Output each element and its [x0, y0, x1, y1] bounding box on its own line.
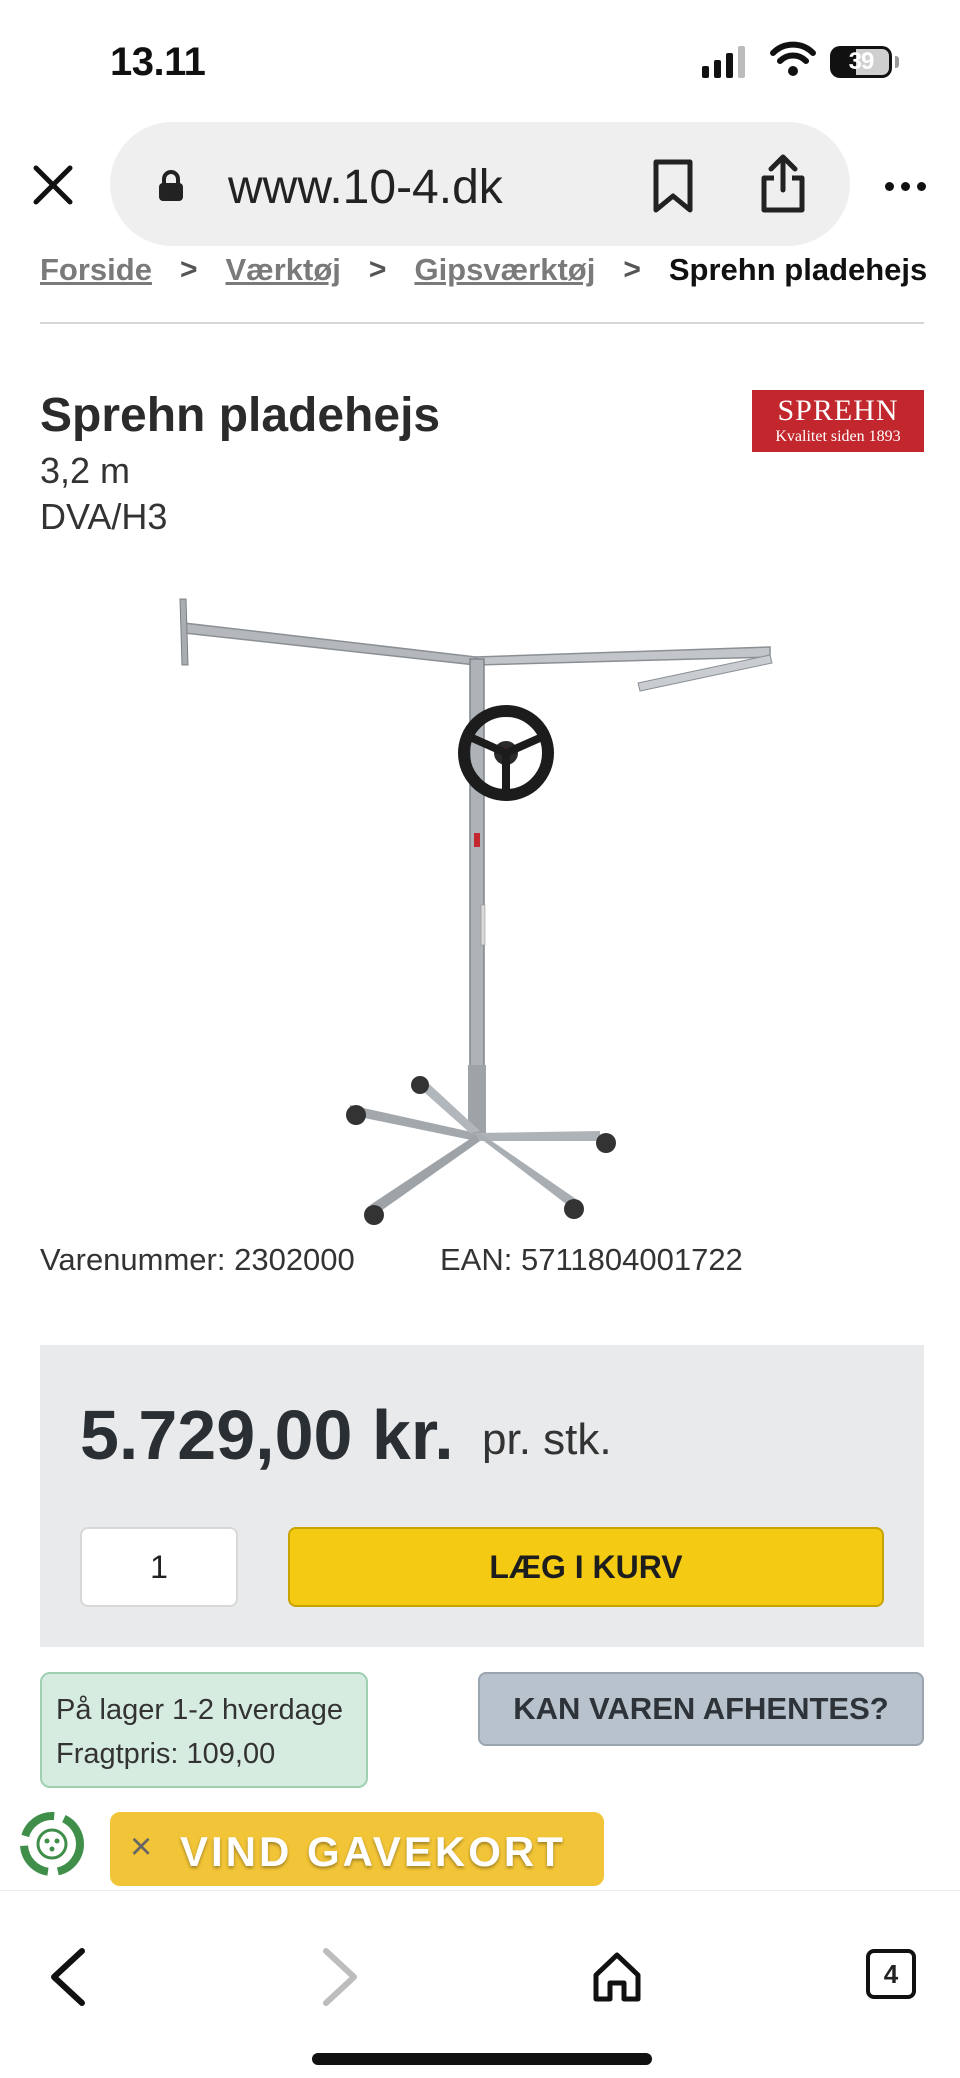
chevron-right-icon: >	[179, 253, 198, 286]
product-ean: EAN: 5711804001722	[440, 1242, 743, 1277]
breadcrumb-link-gipsvaerktoej[interactable]: Gipsværktøj	[414, 252, 595, 288]
share-icon[interactable]	[758, 154, 808, 214]
add-to-cart-button[interactable]: LÆG I KURV	[288, 1527, 884, 1607]
recycle-icon[interactable]	[16, 1808, 88, 1880]
breadcrumb-link-vaerktoej[interactable]: Værktøj	[226, 252, 341, 288]
lock-icon	[159, 170, 183, 201]
wifi-icon	[770, 41, 816, 76]
home-icon[interactable]	[592, 1951, 642, 2003]
chevron-right-icon: >	[623, 253, 641, 286]
cellular-signal-icon	[702, 44, 745, 78]
product-specs: 3,2 m DVA/H3	[40, 448, 167, 540]
bookmark-icon[interactable]	[650, 158, 696, 214]
stock-status: På lager 1-2 hverdage	[56, 1694, 343, 1726]
price-box: 5.729,00 kr. pr. stk. 1 LÆG I KURV	[40, 1345, 924, 1647]
banner-close-icon[interactable]: ×	[130, 1826, 152, 1869]
spec-code: DVA/H3	[40, 496, 168, 537]
brand-logo[interactable]: SPREHN Kvalitet siden 1893	[752, 390, 924, 452]
status-time: 13.11	[110, 40, 206, 84]
battery-level: 39	[848, 48, 875, 75]
quantity-input[interactable]: 1	[80, 1527, 238, 1607]
back-icon[interactable]	[48, 1947, 88, 2007]
breadcrumb-link-forside[interactable]: Forside	[40, 252, 152, 288]
product-price: 5.729,00 kr.	[80, 1396, 454, 1474]
gift-card-banner[interactable]: × VIND GAVEKORT	[110, 1812, 604, 1886]
breadcrumb-current: Sprehn pladehejs	[668, 252, 928, 287]
home-indicator	[312, 2053, 652, 2065]
more-icon[interactable]	[885, 182, 926, 191]
stock-info: På lager 1-2 hverdage Fragtpris: 109,00	[40, 1672, 368, 1788]
forward-icon[interactable]	[320, 1947, 360, 2007]
url-text[interactable]: www.10-4.dk	[228, 160, 503, 215]
battery-icon: 39	[830, 46, 899, 78]
breadcrumb: Forside > Værktøj > Gipsværktøj > Sprehn…	[40, 248, 927, 292]
shipping-price: Fragtpris: 109,00	[56, 1738, 276, 1770]
product-image[interactable]	[170, 585, 790, 1225]
product-title: Sprehn pladehejs	[40, 389, 441, 442]
brand-tagline: Kvalitet siden 1893	[775, 428, 901, 445]
tabs-icon[interactable]: 4	[866, 1949, 916, 1999]
address-bar[interactable]: www.10-4.dk	[110, 122, 850, 246]
status-bar: 13.11 39	[0, 0, 960, 120]
gift-card-text[interactable]: VIND GAVEKORT	[180, 1828, 566, 1876]
product-sku: Varenummer: 2302000	[40, 1242, 355, 1277]
close-icon[interactable]	[28, 160, 78, 210]
chevron-right-icon: >	[368, 253, 387, 286]
spec-length: 3,2 m	[40, 450, 131, 491]
pickup-button[interactable]: KAN VAREN AFHENTES?	[478, 1672, 924, 1746]
divider	[40, 322, 924, 324]
price-unit: pr. stk.	[482, 1415, 612, 1464]
browser-toolbar: 4	[0, 1890, 960, 2078]
brand-name: SPREHN	[777, 394, 899, 427]
